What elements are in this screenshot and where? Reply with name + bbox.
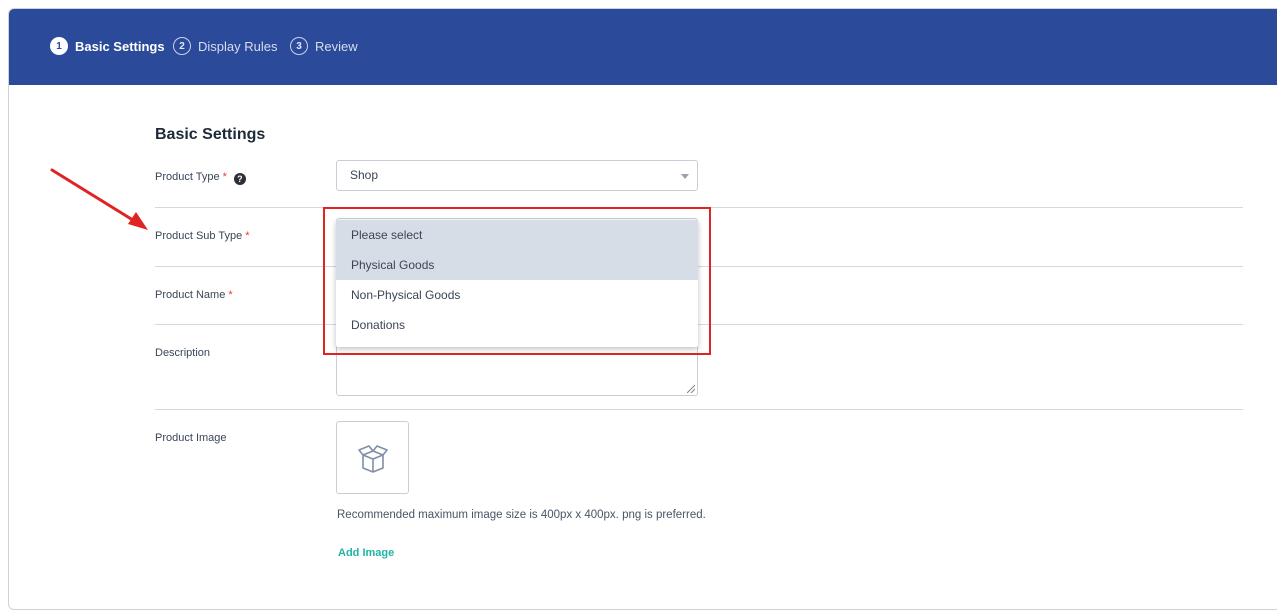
question-circle-icon[interactable]: ?	[233, 173, 246, 185]
product-sub-type-label: Product Sub Type *	[155, 230, 250, 242]
product-image-label: Product Image	[155, 432, 227, 444]
box-icon	[357, 444, 388, 473]
image-size-hint: Recommended maximum image size is 400px …	[337, 509, 706, 521]
step-label: Display Rules	[198, 38, 278, 54]
product-name-label-text: Product Name	[155, 289, 226, 301]
add-image-link[interactable]: Add Image	[338, 547, 394, 559]
product-type-label-text: Product Type	[155, 171, 220, 183]
required-marker: *	[222, 171, 227, 183]
required-marker: *	[245, 230, 250, 242]
required-marker: *	[228, 289, 233, 301]
section-title: Basic Settings	[155, 126, 266, 143]
resize-handle-icon[interactable]	[687, 385, 695, 393]
product-type-select[interactable]: Shop	[336, 160, 698, 191]
product-image-placeholder[interactable]	[336, 421, 409, 494]
product-name-label: Product Name *	[155, 289, 233, 301]
description-label: Description	[155, 347, 211, 359]
step-display-rules[interactable]: 2 Display Rules	[173, 37, 277, 55]
product-sub-type-label-text: Product Sub Type	[155, 230, 243, 242]
product-type-label: Product Type *?	[155, 171, 246, 185]
divider	[155, 409, 1243, 410]
step-number-2: 2	[173, 37, 191, 55]
step-review[interactable]: 3 Review	[290, 37, 358, 55]
step-label: Review	[315, 38, 358, 54]
step-number-3: 3	[290, 37, 308, 55]
wizard-step-bar: 1 Basic Settings 2 Display Rules 3 Revie…	[9, 9, 1277, 85]
annotation-arrow-icon	[50, 168, 148, 230]
product-type-value: Shop	[350, 168, 379, 182]
annotation-highlight-box	[323, 207, 711, 355]
chevron-down-icon	[681, 174, 689, 179]
